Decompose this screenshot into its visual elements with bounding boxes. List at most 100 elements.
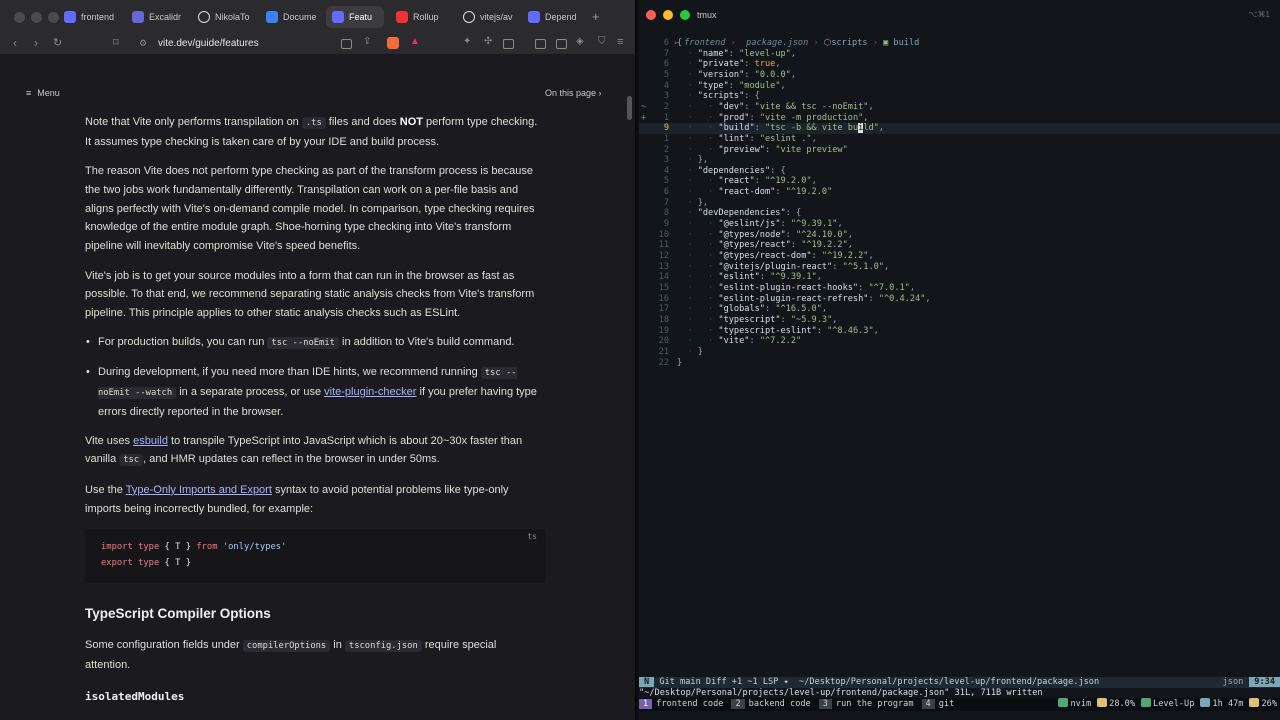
new-tab-button[interactable]: + (592, 9, 600, 24)
browser-tab[interactable]: Docume (260, 6, 322, 28)
line-number: 17 (658, 304, 669, 315)
browser-tab[interactable]: vitejs/av (457, 6, 519, 28)
screenshot-icon[interactable] (503, 39, 514, 49)
browser-tab[interactable]: Depend (522, 6, 584, 28)
line-number: 5 (663, 69, 669, 80)
shield-icon[interactable]: ⛉ (598, 36, 606, 47)
page-scrollbar[interactable] (627, 96, 632, 120)
line-source: · · "preview": "vite preview" (677, 144, 848, 155)
share-icon[interactable]: ⇪ (363, 36, 371, 47)
code-line: 21 · } (639, 347, 1280, 358)
menu-button[interactable]: ≡ Menu (26, 88, 60, 98)
on-this-page-button[interactable]: On this page › (545, 88, 602, 98)
paragraph: Note that Vite only performs transpilati… (85, 116, 538, 148)
docs-icon (266, 11, 278, 23)
browser-tab[interactable]: NikolaTo (192, 6, 256, 28)
tmux-window[interactable]: 2 backend code (731, 698, 818, 711)
cursor-position: 9:34 (1249, 677, 1280, 687)
site-settings-icon[interactable]: ⚙ (139, 38, 147, 49)
tab-label: Featu (349, 12, 373, 22)
bookmark-icon[interactable]: ⌑ (113, 36, 119, 49)
tab-label: Rollup (413, 12, 439, 22)
esbuild-link[interactable]: esbuild (133, 435, 168, 447)
browser-tab-bar: frontend Excalidr NikolaTo Docume Featu ✕ Roll… (0, 0, 635, 33)
clock-icon (1200, 698, 1211, 707)
line-source: · · "@types/node": "^24.10.0", (677, 229, 853, 240)
code-line: +1 · · "prod": "vite -m production", (639, 113, 1280, 124)
line-source: · · "@types/react": "^19.2.2", (677, 240, 853, 251)
reader-mode-icon[interactable] (341, 39, 352, 49)
code-line: 20 · · "vite": "^7.2.2" (639, 336, 1280, 347)
rollup-icon (396, 11, 408, 23)
line-number: 7 (663, 48, 669, 59)
vite-logo-icon (332, 11, 344, 23)
address-bar[interactable]: vite.dev/guide/features (158, 38, 259, 49)
brave-shields-icon[interactable] (387, 37, 399, 49)
line-source: · · "react-dom": "^19.2.0" (677, 187, 833, 198)
reload-icon[interactable]: ↻ (53, 36, 62, 49)
code-line: 7 · "name": "level-up", (639, 49, 1280, 60)
paragraph: Some configuration fields under compiler… (85, 639, 497, 671)
zoom-button[interactable] (680, 10, 690, 20)
vite-plugin-checker-link[interactable]: vite-plugin-checker (324, 386, 416, 398)
line-source: · · "build": "tsc -b && vite build", (677, 123, 885, 134)
inline-code: compilerOptions (242, 640, 331, 652)
tmux-window[interactable]: 4 git (921, 698, 963, 711)
type-only-imports-link[interactable]: Type-Only Imports and Export (126, 484, 272, 496)
paragraph: Vite uses esbuild to transpile TypeScrip… (85, 434, 523, 467)
browser-tab[interactable]: Excalidr (126, 6, 188, 28)
code-line: 4 · "type": "module", (639, 81, 1280, 92)
line-number: 1 (663, 133, 669, 144)
wallet-icon[interactable] (556, 39, 567, 49)
code-line: 10 · · "@types/node": "^24.10.0", (639, 230, 1280, 241)
code-line: 17 · · "globals": "^16.5.0", (639, 304, 1280, 315)
code-line: 6 · "private": true, (639, 59, 1280, 70)
article-content: Note that Vite only performs transpilati… (85, 113, 540, 529)
window-close-button[interactable] (14, 12, 25, 23)
line-source: · · "eslint": "^9.39.1", (677, 272, 822, 283)
minimize-button[interactable] (663, 10, 673, 20)
line-source: · "version": "0.0.0", (677, 69, 797, 80)
browser-tab[interactable]: Rollup (390, 6, 452, 28)
paragraph: Use the Type-Only Imports and Export syn… (85, 483, 509, 515)
line-source: · }, (677, 155, 709, 166)
code-line: 5 · "version": "0.0.0", (639, 70, 1280, 81)
github-icon (198, 11, 210, 23)
tab-label: NikolaTo (215, 12, 250, 22)
terminal-title: tmux (697, 10, 717, 20)
back-icon[interactable]: ‹ (13, 36, 17, 50)
line-number: 22 (658, 357, 669, 368)
puzzle-icon[interactable]: ✣ (484, 36, 492, 47)
close-button[interactable] (646, 10, 656, 20)
sidebar-toggle-icon[interactable] (535, 39, 546, 49)
forward-icon[interactable]: › (34, 36, 38, 50)
terminal-titlebar: tmux ⌥⌘1 (639, 0, 1280, 28)
list-item: For production builds, you can run tsc -… (85, 333, 540, 353)
code-block: ts import type { T } from 'only/types' e… (85, 529, 545, 583)
line-source: · } (677, 346, 703, 357)
brave-rewards-icon[interactable]: ▲ (410, 36, 420, 47)
browser-tab[interactable]: frontend (58, 6, 120, 28)
line-source: · }, (677, 197, 709, 208)
vpn-icon[interactable]: ◈ (576, 36, 584, 47)
line-number: 6 (663, 187, 669, 198)
extension-icon[interactable]: ✦ (463, 36, 471, 47)
browser-tab[interactable]: Featu ✕ (326, 6, 384, 28)
tmux-window[interactable]: 3 run the program (818, 698, 922, 711)
line-number: 7 (663, 197, 669, 208)
line-number: 19 (658, 325, 669, 336)
line-source: · "name": "level-up", (677, 48, 797, 59)
code-line: 22} (639, 358, 1280, 369)
inline-code: tsc --noEmit (267, 337, 339, 350)
line-number: 14 (658, 272, 669, 283)
code-line: 1 · · "lint": "eslint .", (639, 134, 1280, 145)
menu-icon[interactable]: ≡ (617, 36, 623, 48)
tmux-status-segment: 1h 47m (1197, 698, 1246, 711)
close-tab-icon[interactable]: ✕ (383, 12, 384, 23)
tmux-window[interactable]: 1 frontend code (639, 698, 731, 711)
window-minimize-button[interactable] (31, 12, 42, 23)
code-line: 16 · · "eslint-plugin-react-refresh": "^… (639, 294, 1280, 305)
battery-icon (1249, 698, 1260, 707)
line-source: · · "react": "^19.2.0", (677, 176, 817, 187)
bullet-list: For production builds, you can run tsc -… (85, 333, 540, 421)
